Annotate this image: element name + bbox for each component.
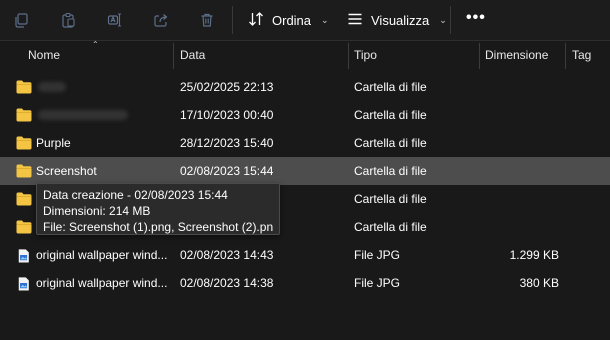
file-type: Cartella di file: [354, 108, 427, 122]
file-row[interactable]: original wallpaper wind... 02/08/2023 14…: [0, 269, 610, 297]
file-name: [36, 101, 168, 129]
chevron-down-icon: ⌄: [439, 14, 447, 25]
file-name: original wallpaper wind...: [36, 248, 168, 262]
file-name: [36, 73, 168, 101]
file-row[interactable]: original wallpaper wind... 02/08/2023 14…: [0, 241, 610, 269]
image-file-icon: [18, 277, 29, 291]
file-size: [485, 101, 559, 129]
folder-tooltip: Data creazione - 02/08/2023 15:44 Dimens…: [36, 183, 280, 235]
file-size: 380 KB: [519, 276, 559, 290]
view-button[interactable]: Visualizza ⌄: [347, 9, 447, 31]
file-date: 02/08/2023 14:38: [180, 276, 274, 290]
share-icon[interactable]: [150, 9, 172, 31]
folder-icon: [16, 80, 32, 94]
file-type: File JPG: [354, 248, 401, 262]
view-icon: [347, 11, 363, 30]
file-row[interactable]: Purple 28/12/2023 15:40 Cartella di file: [0, 129, 610, 157]
folder-icon: [16, 192, 32, 206]
delete-icon[interactable]: [196, 9, 218, 31]
sort-button[interactable]: Ordina ⌄: [248, 9, 329, 31]
file-type: File JPG: [354, 276, 401, 290]
file-size: [485, 129, 559, 157]
file-size: [485, 73, 559, 101]
tooltip-size: Dimensioni: 214 MB: [43, 204, 151, 218]
file-size: 1.299 KB: [509, 248, 559, 262]
toolbar-divider: [232, 6, 233, 34]
file-date: 25/02/2025 22:13: [180, 80, 274, 94]
column-name[interactable]: Nome: [28, 41, 60, 70]
file-row[interactable]: 25/02/2025 22:13 Cartella di file: [0, 73, 610, 101]
toolbar-divider: [450, 6, 451, 34]
column-header: Nome Data Tipo Dimensione Tag: [0, 41, 610, 70]
file-row[interactable]: 17/10/2023 00:40 Cartella di file: [0, 101, 610, 129]
folder-icon: [16, 108, 32, 122]
file-size: [485, 157, 559, 185]
file-date: 02/08/2023 15:44: [180, 164, 274, 178]
column-divider[interactable]: [565, 43, 566, 69]
column-tag[interactable]: Tag: [572, 41, 591, 70]
file-type: Cartella di file: [354, 80, 427, 94]
file-row-hovered[interactable]: Screenshot 02/08/2023 15:44 Cartella di …: [0, 157, 610, 185]
file-date: 02/08/2023 14:43: [180, 248, 274, 262]
copy-icon[interactable]: [10, 9, 32, 31]
image-file-icon: [18, 249, 29, 263]
folder-icon: [16, 220, 32, 234]
column-divider[interactable]: [348, 43, 349, 69]
file-name: Screenshot: [36, 164, 97, 178]
paste-icon[interactable]: [57, 9, 79, 31]
file-size: [485, 185, 559, 213]
file-name: original wallpaper wind...: [36, 276, 168, 290]
file-type: Cartella di file: [354, 192, 427, 206]
column-date[interactable]: Data: [180, 41, 205, 70]
folder-icon: [16, 164, 32, 178]
view-label: Visualizza: [371, 12, 430, 28]
folder-icon: [16, 136, 32, 150]
column-divider[interactable]: [479, 43, 480, 69]
tooltip-created: Data creazione - 02/08/2023 15:44: [43, 188, 228, 202]
file-type: Cartella di file: [354, 220, 427, 234]
sort-label: Ordina: [272, 12, 312, 28]
column-divider[interactable]: [173, 43, 174, 69]
file-date: 28/12/2023 15:40: [180, 136, 274, 150]
column-size[interactable]: Dimensione: [485, 41, 548, 70]
file-type: Cartella di file: [354, 136, 427, 150]
rename-icon[interactable]: [104, 9, 126, 31]
file-name: Purple: [36, 136, 71, 150]
chevron-down-icon: ⌄: [321, 14, 329, 25]
file-type: Cartella di file: [354, 164, 427, 178]
file-size: [485, 213, 559, 241]
column-type[interactable]: Tipo: [354, 41, 377, 70]
file-date: 17/10/2023 00:40: [180, 108, 274, 122]
more-options-icon[interactable]: •••: [466, 10, 486, 26]
tooltip-files: File: Screenshot (1).png, Screenshot (2)…: [43, 220, 273, 234]
sort-icon: [248, 11, 264, 30]
command-bar: Ordina ⌄ Visualizza ⌄ •••: [0, 0, 610, 40]
